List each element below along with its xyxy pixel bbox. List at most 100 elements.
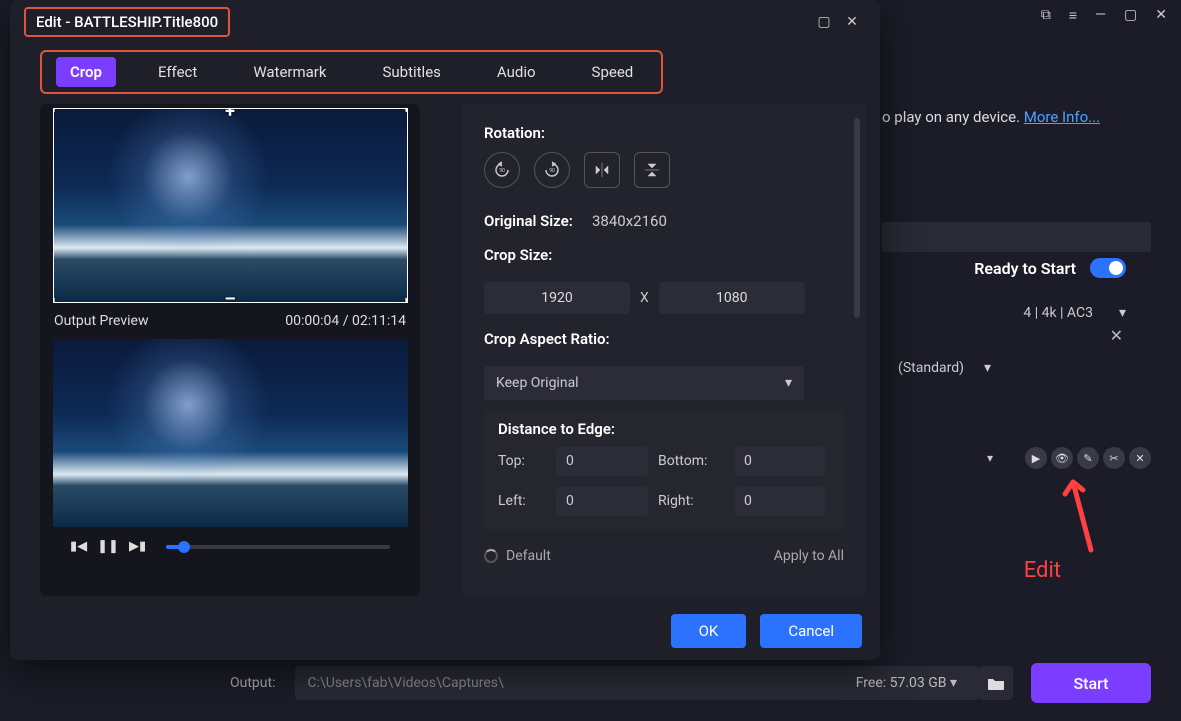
footer-bar: Output: C:\Users\fab\Videos\Captures\ Fr…	[0, 653, 1181, 713]
rotation-label: Rotation:	[484, 124, 844, 142]
open-folder-button[interactable]	[979, 666, 1013, 700]
settings-scrollbar[interactable]	[854, 118, 860, 318]
prev-frame-icon[interactable]: ▮◀	[70, 539, 87, 554]
crop-handle-br[interactable]: ⌟	[400, 287, 407, 303]
edge-right-input[interactable]	[734, 486, 826, 516]
default-label: Default	[506, 548, 551, 564]
pause-icon[interactable]: ❚❚	[97, 539, 119, 554]
output-path-field[interactable]: C:\Users\fab\Videos\Captures\ Free: 57.0…	[295, 666, 979, 700]
remove-icon[interactable]: ✕	[1129, 447, 1151, 469]
more-info-link[interactable]: More Info...	[1024, 108, 1100, 126]
close-icon[interactable]: ✕	[1155, 7, 1167, 23]
crop-height-input[interactable]	[659, 282, 805, 314]
rotate-ccw-button[interactable]: 90	[484, 152, 520, 188]
crop-size-label: Crop Size:	[484, 246, 844, 264]
edge-top-label: Top:	[498, 453, 546, 469]
edit-callout-label: Edit	[1024, 558, 1061, 583]
output-preview-label: Output Preview	[54, 313, 148, 329]
format-row: 4 | 4k | AC3	[1023, 305, 1126, 321]
edge-bottom-input[interactable]	[734, 446, 826, 476]
svg-text:90: 90	[549, 168, 555, 174]
chevron-down-icon: ▾	[785, 375, 792, 391]
ready-row: Ready to Start	[974, 258, 1126, 278]
app-titlebar: ⧉ ≡ — ▢ ✕	[1027, 0, 1181, 30]
gift-icon[interactable]: ⧉	[1041, 7, 1051, 23]
format-text: 4 | 4k | AC3	[1023, 305, 1093, 321]
player-controls: ▮◀ ❚❚ ▶▮	[52, 527, 408, 558]
preview-panel: ⌜ ⌝ ⌞ ⌟ + – Output Preview 00:00:04 / 02…	[40, 104, 420, 596]
scissors-icon[interactable]: ✂	[1103, 447, 1125, 469]
start-button[interactable]: Start	[1031, 663, 1151, 703]
modal-maximize-icon[interactable]: ▢	[810, 8, 838, 36]
size-separator: X	[640, 290, 649, 306]
apply-to-all-button[interactable]: Apply to All	[774, 548, 844, 564]
play-icon[interactable]: ▶	[1025, 447, 1047, 469]
output-preview-image	[53, 339, 408, 527]
crop-settings-panel: Rotation: 90 90 Original Size: 3840x2160…	[462, 104, 866, 596]
original-size-value: 3840x2160	[592, 212, 667, 230]
crop-handle-bottom[interactable]: –	[224, 289, 235, 303]
menu-icon[interactable]: ≡	[1069, 7, 1077, 24]
ready-toggle[interactable]	[1090, 258, 1126, 278]
crop-width-input[interactable]	[484, 282, 630, 314]
original-size-label: Original Size:	[484, 212, 592, 230]
info-fragment: o play on any device.	[882, 108, 1024, 126]
output-path-text: C:\Users\fab\Videos\Captures\	[307, 675, 503, 691]
profile-dropdown-icon[interactable]	[978, 360, 991, 376]
edit-tabs: Crop Effect Watermark Subtitles Audio Sp…	[40, 50, 663, 94]
minimize-icon[interactable]: —	[1095, 7, 1106, 23]
rotate-cw-button[interactable]: 90	[534, 152, 570, 188]
item-dropdown-icon[interactable]: ▾	[987, 451, 993, 465]
crop-handle-bl[interactable]: ⌞	[53, 287, 60, 303]
edge-left-input[interactable]	[556, 486, 648, 516]
tab-audio[interactable]: Audio	[483, 57, 550, 87]
row-close-icon[interactable]: ✕	[1110, 326, 1123, 345]
aspect-ratio-select[interactable]: Keep Original ▾	[484, 366, 804, 400]
tab-speed[interactable]: Speed	[578, 57, 648, 87]
tab-effect[interactable]: Effect	[144, 57, 211, 87]
edge-top-input[interactable]	[556, 446, 648, 476]
format-dropdown-icon[interactable]	[1113, 305, 1126, 321]
time-display: 00:00:04 / 02:11:14	[285, 313, 406, 329]
tab-subtitles[interactable]: Subtitles	[368, 57, 454, 87]
edit-icon[interactable]: ✎	[1077, 447, 1099, 469]
flip-horizontal-button[interactable]	[584, 152, 620, 188]
svg-text:90: 90	[499, 168, 505, 174]
eye-icon[interactable]: 👁	[1051, 447, 1073, 469]
output-label: Output:	[230, 675, 275, 691]
crop-handle-tl[interactable]: ⌜	[53, 108, 60, 124]
tab-watermark[interactable]: Watermark	[239, 57, 340, 87]
seek-bar[interactable]	[166, 545, 390, 549]
seek-thumb[interactable]	[178, 541, 190, 553]
crop-handle-tr[interactable]: ⌝	[400, 108, 407, 124]
edit-modal: Edit - BATTLESHIP.Title800 ▢ ✕ Crop Effe…	[10, 0, 880, 660]
free-space-label: Free: 57.03 GB ▾	[856, 675, 957, 691]
cancel-button[interactable]: Cancel	[760, 614, 862, 648]
item-action-row: ▾ ▶ 👁 ✎ ✂ ✕	[987, 447, 1151, 469]
profile-text: (Standard)	[898, 360, 964, 376]
bg-toolbar-strip	[882, 222, 1151, 252]
ok-button[interactable]: OK	[671, 614, 747, 648]
modal-titlebar: Edit - BATTLESHIP.Title800 ▢ ✕	[10, 0, 880, 44]
callout-arrow	[1061, 474, 1101, 554]
modal-title: Edit - BATTLESHIP.Title800	[24, 7, 230, 37]
aspect-ratio-label: Crop Aspect Ratio:	[484, 330, 844, 348]
crop-preview[interactable]: ⌜ ⌝ ⌞ ⌟ + –	[53, 108, 408, 303]
crop-handle-top[interactable]: +	[225, 108, 235, 122]
aspect-ratio-value: Keep Original	[496, 375, 579, 391]
modal-footer: OK Cancel	[10, 602, 880, 660]
info-text: o play on any device. More Info...	[882, 108, 1100, 126]
profile-row: (Standard)	[898, 360, 991, 376]
distance-to-edge-label: Distance to Edge:	[498, 420, 830, 438]
modal-close-icon[interactable]: ✕	[838, 8, 866, 36]
reset-icon	[484, 549, 498, 563]
flip-vertical-button[interactable]	[634, 152, 670, 188]
edge-left-label: Left:	[498, 493, 546, 509]
edge-right-label: Right:	[658, 493, 724, 509]
edge-bottom-label: Bottom:	[658, 453, 724, 469]
tab-crop[interactable]: Crop	[56, 57, 116, 87]
ready-label: Ready to Start	[974, 259, 1076, 278]
maximize-icon[interactable]: ▢	[1124, 7, 1137, 23]
next-frame-icon[interactable]: ▶▮	[129, 539, 146, 554]
reset-default-button[interactable]: Default	[484, 548, 551, 564]
